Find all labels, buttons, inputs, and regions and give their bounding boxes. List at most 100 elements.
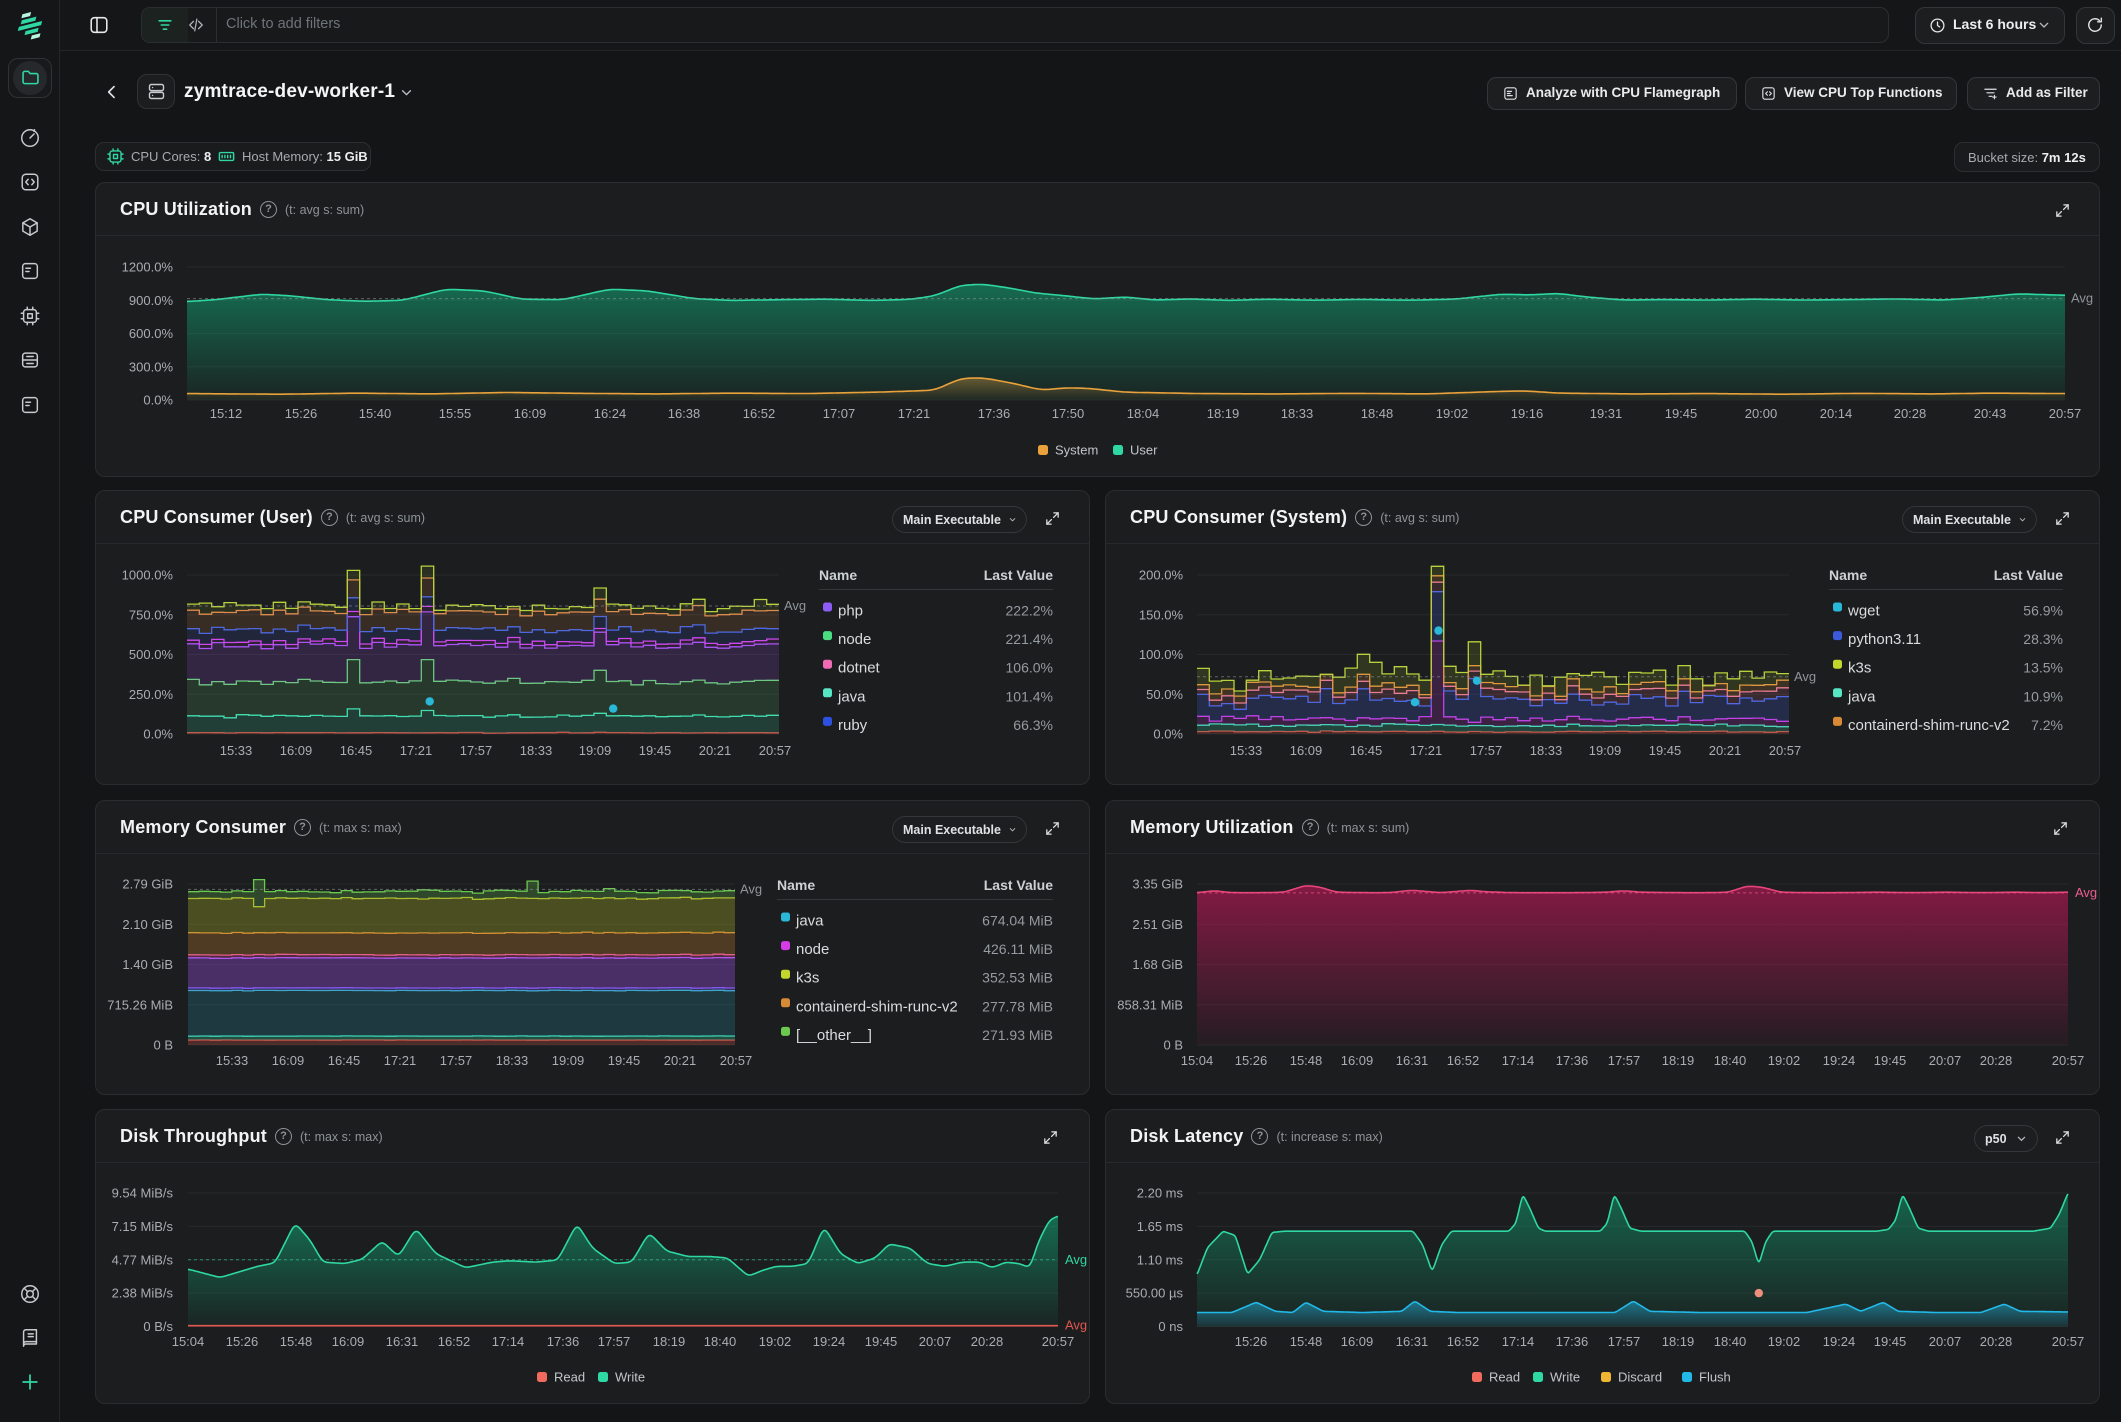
svg-text:674.04 MiB: 674.04 MiB	[982, 913, 1053, 929]
svg-text:2.20 ms: 2.20 ms	[1137, 1186, 1184, 1201]
svg-text:k3s: k3s	[796, 970, 819, 987]
svg-text:15:12: 15:12	[210, 406, 243, 421]
svg-text:100.0%: 100.0%	[1139, 647, 1184, 662]
svg-text:15:48: 15:48	[280, 1334, 313, 1349]
svg-text:715.26 MiB: 715.26 MiB	[107, 997, 173, 1012]
svg-text:20:57: 20:57	[2052, 1334, 2085, 1349]
svg-text:15:26: 15:26	[1235, 1053, 1268, 1068]
svg-text:16:45: 16:45	[328, 1053, 361, 1068]
svg-text:Write: Write	[1550, 1370, 1580, 1385]
svg-text:Name: Name	[777, 877, 815, 893]
svg-text:18:33: 18:33	[1530, 743, 1563, 758]
svg-text:Last Value: Last Value	[984, 877, 1053, 893]
svg-text:106.0%: 106.0%	[1006, 660, 1053, 676]
svg-text:java: java	[795, 913, 824, 930]
svg-text:16:52: 16:52	[1447, 1334, 1480, 1349]
svg-text:16:31: 16:31	[1396, 1334, 1429, 1349]
svg-text:19:24: 19:24	[1823, 1053, 1856, 1068]
svg-text:17:36: 17:36	[547, 1334, 580, 1349]
svg-text:dotnet: dotnet	[838, 660, 881, 677]
svg-text:18:19: 18:19	[653, 1334, 686, 1349]
svg-text:17:14: 17:14	[492, 1334, 525, 1349]
svg-text:Last Value: Last Value	[1994, 567, 2063, 583]
svg-text:Last Value: Last Value	[984, 567, 1053, 583]
svg-text:2.79 GiB: 2.79 GiB	[122, 877, 173, 892]
svg-text:16:31: 16:31	[1396, 1053, 1429, 1068]
svg-text:750.0%: 750.0%	[129, 607, 174, 622]
svg-text:20:57: 20:57	[1769, 743, 1802, 758]
svg-text:600.0%: 600.0%	[129, 326, 174, 341]
svg-text:17:57: 17:57	[440, 1053, 473, 1068]
svg-text:Read: Read	[554, 1370, 585, 1385]
svg-text:1.68 GiB: 1.68 GiB	[1132, 957, 1183, 972]
svg-text:20:14: 20:14	[1820, 406, 1853, 421]
svg-text:17:57: 17:57	[1608, 1053, 1641, 1068]
svg-text:Avg: Avg	[784, 598, 806, 613]
svg-text:16:52: 16:52	[438, 1334, 471, 1349]
svg-text:19:24: 19:24	[1823, 1334, 1856, 1349]
svg-text:18:33: 18:33	[520, 743, 553, 758]
svg-text:20:43: 20:43	[1974, 406, 2007, 421]
svg-text:[__other__]: [__other__]	[796, 1027, 872, 1044]
svg-text:19:45: 19:45	[608, 1053, 641, 1068]
svg-text:271.93 MiB: 271.93 MiB	[982, 1027, 1053, 1043]
svg-text:20:00: 20:00	[1745, 406, 1778, 421]
svg-text:15:26: 15:26	[1235, 1334, 1268, 1349]
svg-text:20:21: 20:21	[1709, 743, 1742, 758]
svg-text:1200.0%: 1200.0%	[122, 260, 174, 275]
svg-text:containerd-shim-runc-v2: containerd-shim-runc-v2	[1848, 717, 2010, 734]
svg-text:20:57: 20:57	[2049, 406, 2082, 421]
svg-text:User: User	[1130, 443, 1158, 458]
svg-text:containerd-shim-runc-v2: containerd-shim-runc-v2	[796, 998, 958, 1015]
svg-text:18:40: 18:40	[1714, 1053, 1747, 1068]
svg-text:19:45: 19:45	[639, 743, 672, 758]
svg-text:15:33: 15:33	[220, 743, 253, 758]
svg-text:Avg: Avg	[2071, 291, 2093, 306]
svg-text:550.00 µs: 550.00 µs	[1126, 1286, 1184, 1301]
svg-text:18:40: 18:40	[1714, 1334, 1747, 1349]
svg-text:20:21: 20:21	[699, 743, 732, 758]
svg-text:858.31 MiB: 858.31 MiB	[1117, 997, 1183, 1012]
svg-text:28.3%: 28.3%	[2023, 631, 2063, 647]
svg-text:Discard: Discard	[1618, 1370, 1662, 1385]
svg-text:Read: Read	[1489, 1370, 1520, 1385]
svg-text:426.11 MiB: 426.11 MiB	[983, 941, 1053, 957]
svg-text:20:28: 20:28	[1894, 406, 1927, 421]
svg-text:19:45: 19:45	[1665, 406, 1698, 421]
svg-text:352.53 MiB: 352.53 MiB	[982, 970, 1053, 986]
svg-text:200.0%: 200.0%	[1139, 568, 1184, 583]
svg-text:18:04: 18:04	[1127, 406, 1160, 421]
svg-text:17:57: 17:57	[1470, 743, 1503, 758]
svg-text:Avg: Avg	[2075, 885, 2097, 900]
svg-text:17:57: 17:57	[598, 1334, 631, 1349]
svg-text:0.0%: 0.0%	[143, 393, 173, 408]
svg-text:18:19: 18:19	[1207, 406, 1240, 421]
svg-text:2.10 GiB: 2.10 GiB	[122, 917, 173, 932]
svg-text:101.4%: 101.4%	[1006, 688, 1053, 704]
svg-text:16:38: 16:38	[668, 406, 701, 421]
svg-text:15:26: 15:26	[226, 1334, 259, 1349]
svg-text:19:45: 19:45	[865, 1334, 898, 1349]
svg-text:20:28: 20:28	[1980, 1053, 2013, 1068]
svg-text:222.2%: 222.2%	[1006, 603, 1053, 619]
svg-text:Avg: Avg	[1065, 1318, 1087, 1333]
svg-text:Avg: Avg	[1065, 1252, 1087, 1267]
svg-text:20:57: 20:57	[759, 743, 792, 758]
svg-text:15:26: 15:26	[285, 406, 318, 421]
svg-text:15:48: 15:48	[1290, 1334, 1323, 1349]
svg-text:300.0%: 300.0%	[129, 359, 174, 374]
svg-text:k3s: k3s	[1848, 660, 1871, 677]
svg-text:17:36: 17:36	[978, 406, 1011, 421]
svg-text:20:57: 20:57	[720, 1053, 753, 1068]
svg-text:20:57: 20:57	[2052, 1053, 2085, 1068]
svg-text:500.0%: 500.0%	[129, 647, 174, 662]
svg-text:0.0%: 0.0%	[1153, 727, 1183, 742]
svg-text:17:57: 17:57	[1608, 1334, 1641, 1349]
svg-text:17:21: 17:21	[1410, 743, 1443, 758]
svg-text:16:09: 16:09	[514, 406, 547, 421]
svg-text:19:09: 19:09	[579, 743, 612, 758]
svg-text:16:52: 16:52	[1447, 1053, 1480, 1068]
svg-text:19:02: 19:02	[1768, 1334, 1801, 1349]
svg-text:7.15 MiB/s: 7.15 MiB/s	[112, 1219, 174, 1234]
svg-text:16:09: 16:09	[272, 1053, 305, 1068]
